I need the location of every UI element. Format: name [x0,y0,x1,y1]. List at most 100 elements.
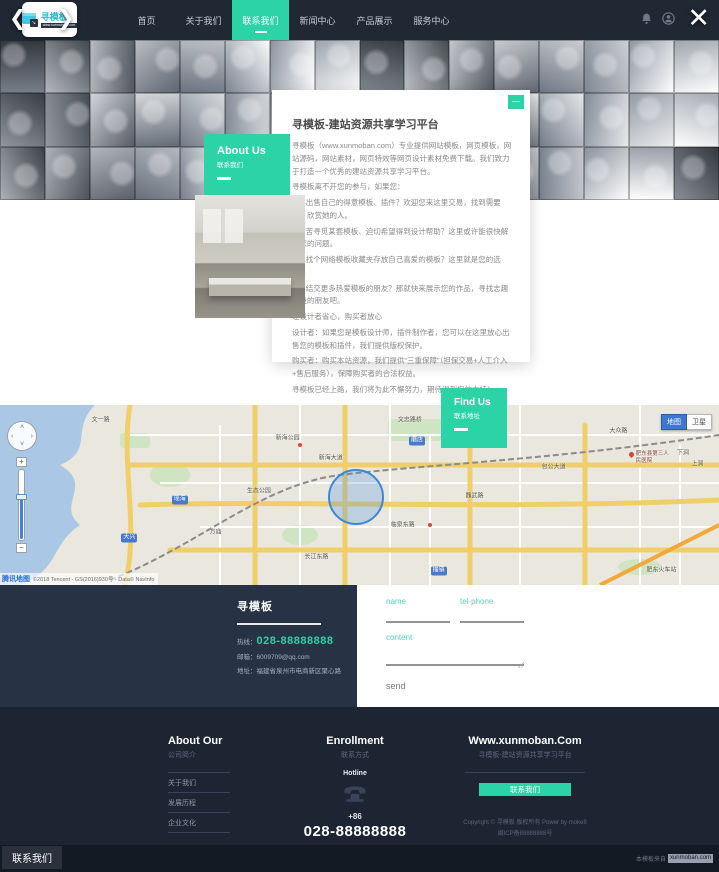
hero-photo-tile [45,147,90,200]
name-field-label: name [386,597,450,606]
map-attribution: 腾讯地图 ©2018 Tencent - GS(2016)930号 - Data… [0,573,158,585]
viewer-close-icon[interactable]: ✕ [687,0,710,36]
zoom-out-button[interactable]: − [16,543,27,553]
intro-paragraph-6: 4.想结交更多热爱模板的朋友？那就快来展示您的作品，寻找志趣相投的朋友吧。 [292,283,514,309]
hotline-label: 热线： [237,639,257,646]
card-minimize-button[interactable]: — [508,95,524,109]
hero-photo-tile [0,147,45,200]
poi-label: 肥东县第三人民医院 [636,451,670,465]
phone-input[interactable] [460,613,524,623]
nav-item-2[interactable]: 关于我们 [175,0,232,40]
footer-enrollment-subtitle: 联系方式 [270,750,440,760]
nav-item-1[interactable]: 首页 [118,0,175,40]
intro-card: — 寻模板-建站资源共享学习平台 寻模板（www.xunmoban.com）专业… [272,90,530,362]
map-road-label-5: 临泉东路 [391,519,415,528]
map-road-label-13: 文一路 [92,415,110,424]
intro-paragraph-4: 2.苦苦寻觅某套模板、迫切希望得到设计帮助？这里或许能很快解决您的问题。 [292,226,514,252]
about-us-subtitle: 联系我们 [217,159,290,169]
hero-photo-tile [315,40,360,93]
find-us-title: Find Us [454,397,507,408]
footer-contact-button[interactable]: 联系我们 [479,783,571,796]
map-town-badge-3: 磨店 [409,437,425,446]
contact-us-chip[interactable]: 联系我们 [2,846,62,869]
hero-photo-tile [360,40,405,93]
find-us-subtitle: 联系地址 [454,410,507,420]
credit-brand-link[interactable]: xunmoban.com [668,854,713,863]
copyright-text: Copyright © 寻模板 版权所有 Power by moke8 [440,818,610,829]
contact-info-panel: 寻模板 热线：028-88888888 邮箱：6009709@qq.com 地址… [0,585,357,707]
viewer-prev-arrow-icon[interactable]: ❮ [9,6,27,32]
zoom-in-button[interactable]: + [16,457,27,467]
icp-text: 闽ICP备88888888号 [440,829,610,840]
footer-link-1[interactable]: 关于我们 [168,773,230,793]
poi-marker-icon [628,451,635,458]
hero-photo-tile [494,40,539,93]
map-type-switch: 地图 卫星 [661,414,712,430]
find-us-box[interactable]: Find Us 联系地址 [441,388,507,448]
intro-paragraph-7: 让设计者省心，购买者放心 [292,311,514,324]
hero-photo-tile [539,93,584,146]
hero-photo-tile [674,93,719,146]
footer-site-title: Www.xunmoban.Com [440,735,610,747]
about-us-box[interactable]: About Us 联系我们 [204,134,290,195]
map-road-label-2: 新海大道 [319,453,343,462]
hero-photo-tile [674,147,719,200]
footer-site-column: Www.xunmoban.Com 寻模板-建站资源共享学习平台 联系我们 Cop… [440,735,610,840]
hero-photo-tile [90,147,135,200]
contact-hotline-row: 热线：028-88888888 [237,635,341,647]
email-value: 6009709@qq.com [257,654,310,661]
hero-photo-tile [45,40,90,93]
hero-photo-tile [135,40,180,93]
footer-enrollment-title: Enrollment [270,735,440,747]
map-mode-button[interactable]: 地图 [661,414,687,430]
about-us-title: About Us [217,145,290,157]
map-brand[interactable]: 腾讯地图 [2,574,30,584]
footer-links: 关于我们发展历程企业文化 [168,772,230,833]
intro-card-title: 寻模板-建站资源共享学习平台 [292,116,514,132]
nav-item-6[interactable]: 服务中心 [403,0,460,40]
phone-prefix: +86 [270,812,440,821]
contact-form: name tel-phone content send [386,597,526,694]
nav-item-4[interactable]: 新闻中心 [289,0,346,40]
hero-photo-tile [629,93,674,146]
zoom-slider-thumb[interactable] [16,494,27,500]
footer-about-subtitle: 公司简介 [168,750,270,760]
map-pan-control[interactable]: ˄˅‹› [7,421,37,451]
hero-photo-tile [180,40,225,93]
hero-photo-tile [539,40,584,93]
hero-photo-tile [584,40,629,93]
location-map[interactable]: 地图 卫星 ˄˅‹› + − 腾讯地图 ©2018 Tencent - GS(2… [0,405,719,585]
nav-items: 首页关于我们联系我们新闻中心产品展示服务中心 [118,0,460,40]
nav-item-3[interactable]: 联系我们 [232,0,289,40]
map-road-label-3: 文忠路桥 [398,415,422,424]
satellite-mode-button[interactable]: 卫星 [687,414,712,430]
template-credit: 本模板来自 xunmoban.com [636,854,713,863]
footer-link-3[interactable]: 企业文化 [168,813,230,833]
intro-paragraph-2: 寻模板离不开您的参与，如果您： [292,181,514,194]
hero-photo-tile [270,40,315,93]
hero-photo-tile [449,40,494,93]
map-road-label-6: 长江东路 [304,552,328,561]
top-navbar: 首页关于我们联系我们新闻中心产品展示服务中心 [0,0,719,40]
send-button[interactable]: send [386,681,406,691]
bell-icon[interactable] [640,12,653,25]
hero-photo-tile [90,93,135,146]
intro-paragraph-9: 购买者：购买本站资源，我们提供“三重保障”（担保交易+人工介入+售后服务），保障… [292,355,514,381]
map-road-label-9: 大众路 [609,426,627,435]
footer-enrollment-column: Enrollment 联系方式 Hotline +86 028-88888888 [270,735,440,840]
nav-item-5[interactable]: 产品展示 [346,0,403,40]
intro-paragraph-8: 设计者：如果您是模板设计师，插件制作者，您可以在这里放心出售您的模板和插件，我们… [292,327,514,353]
hero-photo-tile [90,40,135,93]
user-icon[interactable] [662,12,675,25]
footer-about-column: About Our 公司简介 关于我们发展历程企业文化 [110,735,270,840]
footer-link-2[interactable]: 发展历程 [168,793,230,813]
name-input[interactable] [386,613,450,623]
zoom-slider[interactable] [18,469,25,541]
intro-paragraph-3: 1.要出售自己的得意模板、插件？欢迎您来这里交易，找到需要她、欣赏她的人。 [292,197,514,223]
contact-title-underline [237,623,321,625]
content-textarea[interactable] [386,642,524,666]
hero-photo-tile [539,147,584,200]
viewer-next-arrow-icon[interactable]: ❯ [57,6,75,32]
footer-phone-number: 028-88888888 [270,823,440,840]
hero-photo-tile [404,40,449,93]
